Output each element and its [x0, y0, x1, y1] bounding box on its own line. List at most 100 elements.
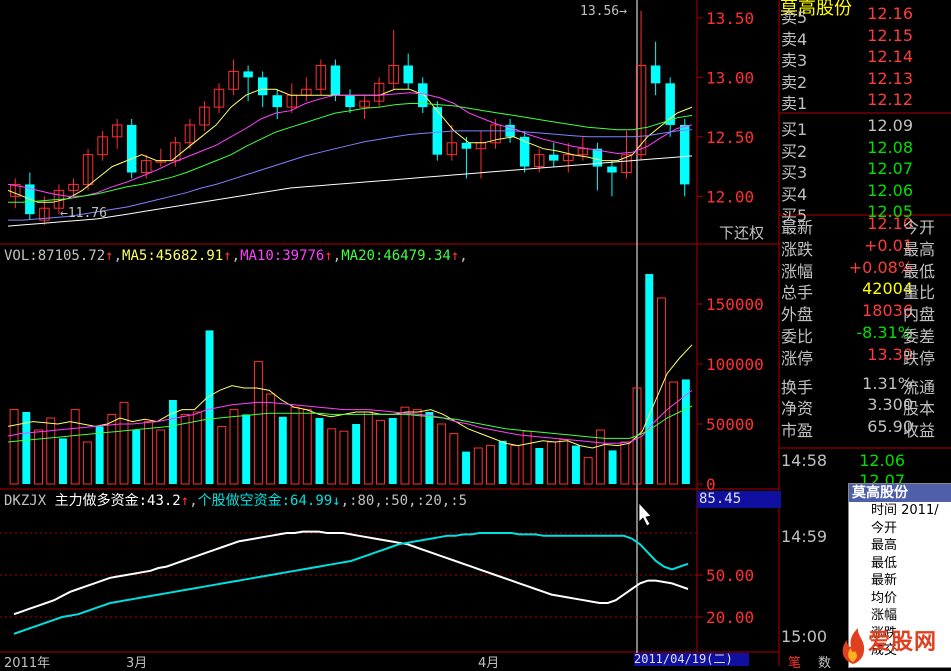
sell-level[interactable]: 卖3 12.14 — [779, 46, 949, 70]
candle-body — [126, 124, 137, 173]
indicator-header: DKZJX 主力做多资金:43.2↑,个股做空资金:64.99↓,:80,:50… — [4, 493, 468, 509]
volume-bar — [95, 426, 104, 484]
stat-row[interactable]: 涨跌 +0.01 最高 — [779, 235, 949, 259]
vol-sep-2: , — [231, 248, 241, 264]
volume-bar — [58, 438, 67, 484]
tick-time: 14:58 — [781, 451, 828, 470]
buy-level-value: 12.08 — [867, 137, 913, 157]
tick-footer-label[interactable]: 笔 — [788, 652, 801, 671]
buy-level[interactable]: 买2 12.08 — [779, 137, 949, 161]
volume-bar — [608, 450, 617, 484]
volume-bar — [217, 425, 227, 485]
sell-level[interactable]: 卖1 12.12 — [779, 89, 949, 113]
stat-row[interactable]: 总手 42004 量比 — [779, 278, 949, 302]
volume-bar — [192, 411, 202, 485]
candle-body — [650, 65, 661, 84]
price-low-label: ←11.76 — [60, 206, 107, 221]
volume-bar — [82, 441, 92, 485]
candle-body — [461, 142, 472, 149]
volume-tick-label: 50000 — [706, 415, 754, 434]
candle-body — [257, 77, 268, 96]
buy-level[interactable]: 买3 12.07 — [779, 158, 949, 182]
volume-tick-label: 100000 — [706, 355, 764, 374]
volume-bar — [229, 409, 239, 485]
indicator-panel — [0, 530, 697, 635]
popup-item: 时间 2011/ — [871, 503, 939, 518]
sell-level-value: 12.14 — [867, 47, 913, 66]
volume-bar — [290, 406, 300, 485]
volume-bar — [34, 429, 44, 485]
volume-bar — [339, 430, 349, 485]
popup-item: 最低 — [871, 555, 898, 571]
tick-time: 15:00 — [781, 627, 828, 646]
stat-row-label2: 跌停 — [903, 348, 936, 368]
price-high-value: 13.56 — [580, 4, 620, 19]
volume-bar — [400, 406, 410, 485]
sell-level-label: 卖1 — [781, 94, 808, 113]
stat-row[interactable]: 涨幅 +0.08% 最低 — [779, 257, 949, 281]
stat-row-label: 涨停 — [781, 348, 814, 368]
stat-row[interactable]: 涨停 13.30 跌停 — [779, 344, 949, 368]
tick-time: 14:59 — [781, 527, 828, 546]
volume-bar — [205, 330, 214, 484]
volume-bar — [363, 411, 373, 485]
buy-level-value: 12.07 — [867, 159, 913, 178]
volume-bar — [583, 457, 593, 485]
stat-row[interactable]: 外盘 18036 内盘 — [779, 300, 949, 324]
tick-row[interactable]: 12.07 — [779, 470, 905, 493]
indicator-value-box: 85.45 — [697, 491, 781, 508]
vol-ma5-label: MA5:45682.91 — [122, 248, 224, 264]
volume-bar — [242, 414, 251, 484]
tick-footer-label-2[interactable]: 数 — [818, 652, 831, 671]
buy-level[interactable]: 买1 12.09 — [779, 115, 949, 139]
volume-bar — [376, 419, 386, 485]
buy-level[interactable]: 买4 12.06 — [779, 180, 949, 204]
popup-title[interactable]: 莫高股份 — [849, 484, 951, 502]
volume-bar — [266, 393, 276, 485]
candle-body — [549, 154, 559, 161]
volume-bar — [547, 441, 557, 485]
crosshair-date-box: 2011/04/19(二) — [634, 653, 749, 666]
price-tick-label: 13.50 — [706, 9, 754, 28]
stat-row[interactable]: 换手 1.31% 流通 — [779, 373, 949, 397]
site-logo: 爱股网 — [838, 622, 951, 666]
stat-row-label2: 收益 — [903, 421, 936, 441]
retail-arrow: ↓ — [332, 493, 341, 509]
popup-item: 最新 — [871, 573, 898, 588]
sell-level[interactable]: 卖5 12.16 — [779, 3, 949, 27]
sell-level[interactable]: 卖2 12.13 — [779, 68, 949, 92]
volume-bar — [656, 297, 666, 485]
sell-level-value: 12.12 — [867, 90, 913, 109]
indicator-tick-label: 20.00 — [706, 608, 754, 627]
candle-body — [345, 95, 355, 108]
volume-bar — [485, 445, 495, 485]
candle-body — [243, 71, 253, 78]
volume-bar — [302, 409, 312, 485]
tick-row[interactable]: 14:59 — [779, 526, 847, 549]
stat-row[interactable]: 最新 12.10 今开 — [779, 213, 949, 237]
sell-level-value: 12.13 — [867, 68, 913, 88]
vol-sep-4: , — [459, 248, 468, 264]
volume-ma-line-ma20 — [7, 405, 693, 443]
volume-bar — [412, 409, 422, 485]
vol-ma10-arrow: ↑ — [324, 248, 333, 264]
flame-logo-icon — [842, 628, 865, 664]
stat-row[interactable]: 委比 -8.31% 委差 — [779, 322, 949, 346]
volume-bar — [571, 445, 580, 484]
price-tick-label: 12.00 — [706, 187, 754, 206]
stat-row[interactable]: 净资 3.300 股本 — [779, 394, 949, 418]
volume-bar — [70, 409, 80, 485]
sell-level[interactable]: 卖4 12.15 — [779, 25, 949, 49]
logo-text: 爱股网 — [868, 629, 938, 655]
vol-label: VOL:87105.72 — [4, 248, 106, 264]
vol-sep-3: , — [332, 248, 342, 264]
volume-bar — [352, 424, 361, 484]
tick-row[interactable]: 15:00 — [779, 626, 847, 649]
tick-price: 12.06 — [859, 451, 905, 470]
restore-rights-label[interactable]: 下还权 — [719, 222, 764, 243]
popup-item: 均价 — [871, 590, 898, 606]
volume-bar — [437, 423, 447, 485]
sell-level-value: 12.15 — [867, 25, 913, 45]
stat-row[interactable]: 市盈 65.90 收益 — [779, 416, 949, 441]
retail-capital-line — [13, 532, 689, 635]
